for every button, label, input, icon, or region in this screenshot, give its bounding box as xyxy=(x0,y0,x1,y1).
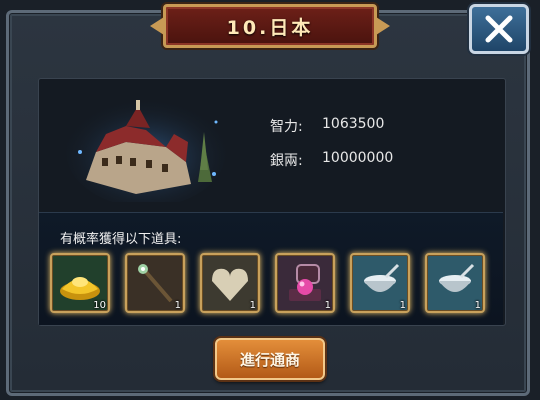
reward-item-silver-bowl[interactable]: 1 xyxy=(350,253,410,313)
item-count: 1 xyxy=(249,300,256,311)
stat-intelligence: 智力: 1063500 xyxy=(270,116,393,150)
item-count: 10 xyxy=(93,300,106,311)
trade-button[interactable]: 進行通商 xyxy=(215,338,325,380)
reward-item-heart-stone[interactable]: 1 xyxy=(200,253,260,313)
item-count: 1 xyxy=(474,300,481,311)
reward-item-gold-ingot[interactable]: 10 xyxy=(50,253,110,313)
stat-value: 1063500 xyxy=(322,116,385,132)
dialog-title: 10.日本 xyxy=(226,16,314,39)
stat-silver: 銀兩: 10000000 xyxy=(270,150,393,184)
castle-building-image xyxy=(66,97,226,202)
stat-value: 10000000 xyxy=(322,150,394,166)
stat-label: 銀兩: xyxy=(270,153,303,169)
reward-item-silver-bowl[interactable]: 1 xyxy=(425,253,485,313)
reward-item-pink-pearl[interactable]: 1 xyxy=(275,253,335,313)
reward-item-magic-staff[interactable]: 1 xyxy=(125,253,185,313)
reward-title: 有概率獲得以下道具: xyxy=(60,232,182,247)
item-count: 1 xyxy=(324,300,331,311)
close-button[interactable] xyxy=(469,4,529,54)
stat-label: 智力: xyxy=(270,119,303,135)
reward-items: 10 1 1 1 1 1 xyxy=(50,253,500,313)
close-icon xyxy=(485,15,513,43)
city-stats: 智力: 1063500 銀兩: 10000000 xyxy=(270,116,393,184)
dialog-title-plate: 10.日本 xyxy=(163,4,377,48)
item-count: 1 xyxy=(399,300,406,311)
item-count: 1 xyxy=(174,300,181,311)
